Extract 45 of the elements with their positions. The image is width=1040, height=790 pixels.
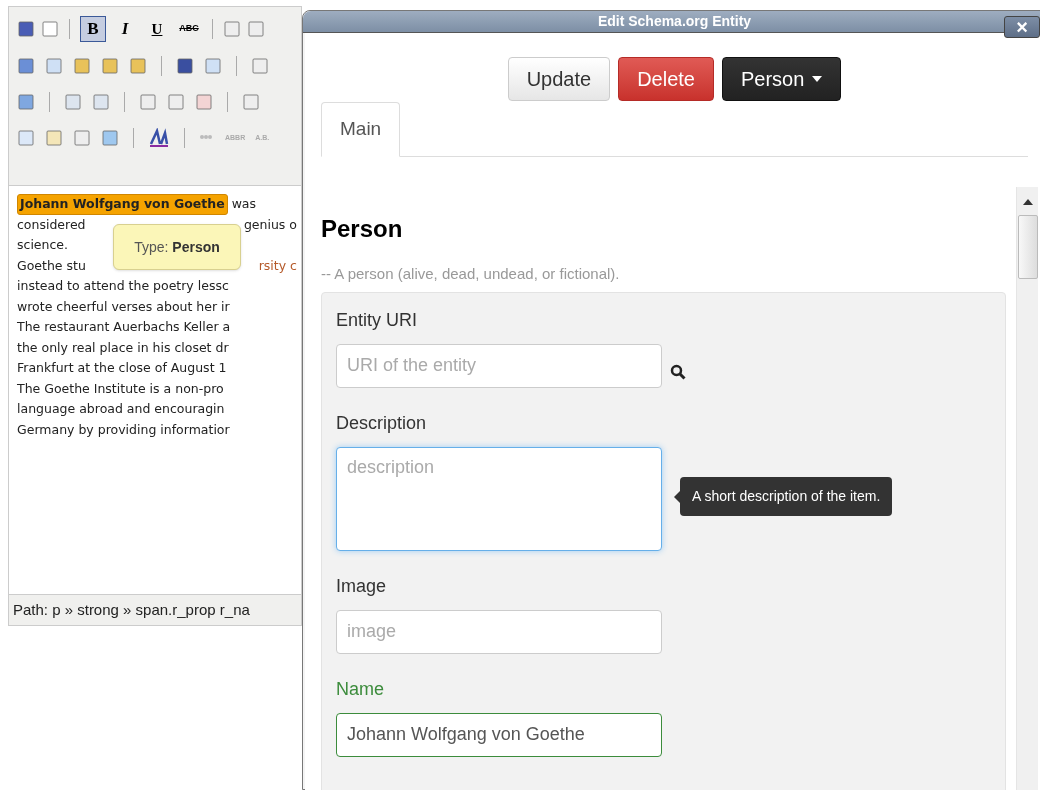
text-field[interactable]: URI of the entity	[336, 343, 662, 388]
caret-icon	[812, 76, 823, 82]
editor-text: genius o	[243, 215, 297, 234]
field-label: Image	[336, 574, 388, 598]
format-button[interactable]: U	[144, 16, 170, 42]
tab[interactable]: Main	[321, 102, 401, 157]
editor-link[interactable]: rsity c	[258, 255, 297, 276]
editor-text: Frankfurt at the close of August 1	[17, 359, 227, 377]
element-path: Path: p » strong » span.r_prop r_na	[13, 599, 250, 620]
entity-heading: Person	[321, 214, 404, 244]
scroll-thumb	[1017, 215, 1038, 279]
tooltip-arrow-icon	[674, 490, 680, 503]
description-field[interactable]: description	[336, 446, 662, 551]
entity-description: -- A person (alive, dead, undead, or fictional).	[321, 264, 621, 284]
editor-text: The Goethe Institute is a non-pro	[17, 379, 224, 398]
editor-text: was	[231, 195, 257, 213]
editor-text: language abroad and encouragin	[17, 400, 225, 418]
scroll-up-icon	[1022, 199, 1033, 205]
editor-text: the only real place in his closet dr	[17, 338, 229, 357]
editor-text: Goethe stu	[17, 256, 86, 275]
action-button[interactable]: Update	[507, 57, 611, 101]
action-button[interactable]: Delete	[618, 57, 714, 101]
type-dropdown[interactable]: Person	[721, 57, 842, 101]
type-label: Type: Person	[134, 237, 220, 257]
field-label: Description	[336, 411, 428, 435]
format-button[interactable]: I	[112, 16, 138, 42]
window-title: Edit Schema.org Entity	[597, 12, 752, 31]
editor-text: science.	[17, 236, 68, 254]
editor-text: The restaurant Auerbachs Keller a	[17, 318, 231, 336]
editor-text: Germany by providing informatior	[17, 420, 230, 439]
editor-text: instead to attend the poetry lessc	[17, 277, 229, 295]
format-button[interactable]: B	[80, 16, 106, 42]
scrollbar[interactable]	[1016, 187, 1038, 790]
editor-text: wrote cheerful verses about her ir	[17, 297, 230, 316]
close-button[interactable]: ×	[1004, 16, 1040, 38]
text-field[interactable]: Johann Wolfgang von Goethe	[336, 712, 662, 757]
field-label: Entity URI	[336, 308, 419, 332]
format-button[interactable]: ABC	[176, 16, 202, 42]
entity-highlight[interactable]: Johann Wolfgang von Goethe	[17, 194, 228, 215]
editor-text: considered	[17, 215, 86, 234]
text-field[interactable]: image	[336, 609, 662, 654]
search-icon[interactable]	[670, 363, 686, 380]
field-tooltip: A short description of the item.	[680, 477, 893, 516]
font-style-icon[interactable]	[148, 128, 170, 148]
field-label: Name	[336, 677, 385, 701]
